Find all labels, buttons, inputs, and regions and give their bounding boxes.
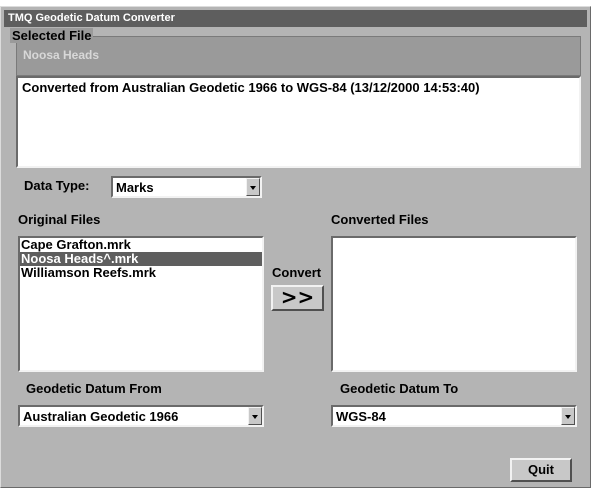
title-bar: TMQ Geodetic Datum Converter — [4, 10, 587, 27]
datum-from-select[interactable]: Australian Geodetic 1966 — [18, 405, 264, 427]
list-item[interactable]: Williamson Reefs.mrk — [20, 266, 262, 280]
chevron-down-icon[interactable] — [561, 407, 575, 425]
quit-button[interactable]: Quit — [510, 458, 572, 482]
convert-button[interactable]: >> — [271, 285, 324, 311]
original-files-list[interactable]: Cape Grafton.mrk Noosa Heads^.mrk Willia… — [18, 236, 264, 372]
selected-file-name: Noosa Heads — [23, 48, 100, 62]
chevron-down-icon[interactable] — [248, 407, 262, 425]
chevron-down-icon[interactable] — [246, 178, 260, 196]
selected-file-label: Selected File — [10, 28, 94, 43]
datum-to-label: Geodetic Datum To — [340, 381, 459, 396]
datum-to-value: WGS-84 — [336, 409, 386, 424]
converted-files-list[interactable] — [331, 236, 577, 372]
datum-from-label: Geodetic Datum From — [26, 381, 162, 396]
list-item[interactable]: Noosa Heads^.mrk — [20, 252, 262, 266]
convert-label: Convert — [272, 265, 322, 280]
data-type-label: Data Type: — [24, 178, 90, 193]
selected-file-group: Noosa Heads — [16, 36, 581, 76]
converted-files-label: Converted Files — [331, 212, 429, 227]
double-chevron-right-icon: >> — [280, 285, 315, 309]
data-type-select[interactable]: Marks — [111, 176, 262, 198]
conversion-message: Converted from Australian Geodetic 1966 … — [22, 80, 480, 95]
original-files-label: Original Files — [18, 212, 101, 227]
datum-from-value: Australian Geodetic 1966 — [23, 409, 179, 424]
conversion-message-box[interactable]: Converted from Australian Geodetic 1966 … — [16, 76, 581, 168]
datum-to-select[interactable]: WGS-84 — [331, 405, 577, 427]
data-type-value: Marks — [116, 180, 154, 195]
list-item[interactable]: Cape Grafton.mrk — [20, 238, 262, 252]
